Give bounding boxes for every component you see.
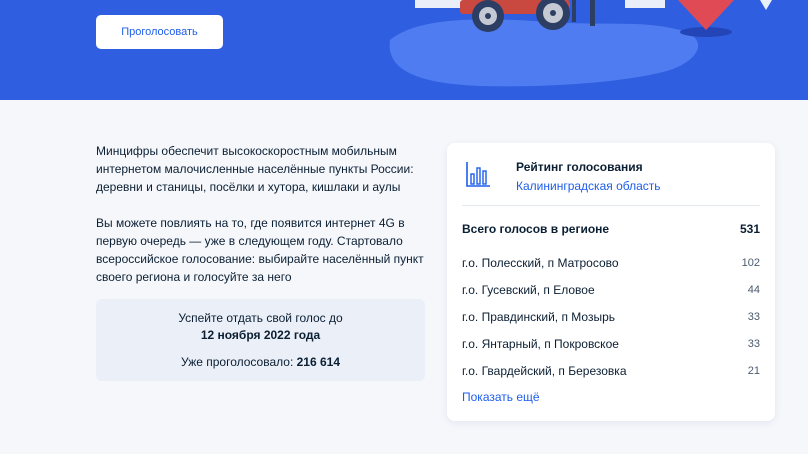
rating-row: г.о. Гусевский, п Еловое 44 — [462, 276, 760, 303]
settlement-name: г.о. Гвардейский, п Березовка — [462, 363, 627, 378]
settlement-votes: 21 — [747, 364, 760, 377]
rating-card: Рейтинг голосования Калининградская обла… — [447, 143, 775, 421]
show-more-link[interactable]: Показать ещё — [462, 390, 540, 404]
rating-row: г.о. Правдинский, п Мозырь 33 — [462, 303, 760, 330]
description-paragraph-1: Минцифры обеспечит высокоскоростным моби… — [96, 144, 414, 194]
settlement-name: г.о. Янтарный, п Покровское — [462, 336, 619, 351]
deadline-panel: Успейте отдать свой голос до 12 ноября 2… — [96, 299, 425, 381]
divider — [462, 205, 760, 206]
settlement-name: г.о. Гусевский, п Еловое — [462, 282, 595, 297]
rating-title: Рейтинг голосования — [516, 160, 643, 174]
settlement-name: г.о. Полесский, п Матросово — [462, 255, 619, 270]
voted-count: 216 614 — [296, 355, 341, 369]
voted-label: Уже проголосовало: — [180, 355, 294, 369]
tractor-illustration — [389, 0, 772, 87]
bar-chart-icon — [466, 162, 490, 187]
total-votes-value: 531 — [739, 222, 760, 236]
region-link[interactable]: Калининградская область — [516, 179, 661, 193]
description: Минцифры обеспечит высокоскоростным моби… — [96, 142, 426, 286]
settlement-votes: 44 — [747, 283, 760, 296]
rating-row: г.о. Янтарный, п Покровское 33 — [462, 330, 760, 357]
rating-row: г.о. Полесский, п Матросово 102 — [462, 249, 760, 276]
deadline-text: Успейте отдать свой голос до — [178, 311, 343, 325]
hero-banner: Проголосовать — [0, 0, 808, 100]
deadline-date: 12 ноября 2022 года — [200, 328, 321, 342]
description-paragraph-2: Вы можете повлиять на то, где появится и… — [96, 216, 424, 284]
total-votes-row: Всего голосов в регионе 531 — [462, 222, 760, 236]
settlement-votes: 33 — [747, 310, 760, 323]
settlement-votes: 102 — [741, 256, 760, 269]
rating-row: г.о. Гвардейский, п Березовка 21 — [462, 357, 760, 384]
rating-list: г.о. Полесский, п Матросово 102 г.о. Гус… — [462, 249, 760, 384]
voted-count-row: Уже проголосовало: 216 614 — [96, 354, 425, 371]
settlement-name: г.о. Правдинский, п Мозырь — [462, 309, 616, 324]
vote-button[interactable]: Проголосовать — [96, 15, 223, 49]
settlement-votes: 33 — [747, 337, 760, 350]
total-votes-label: Всего голосов в регионе — [462, 222, 610, 236]
